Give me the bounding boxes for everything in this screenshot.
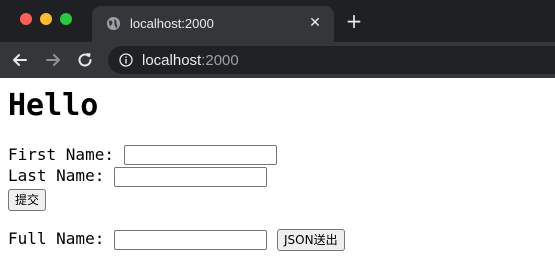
globe-icon bbox=[106, 16, 121, 31]
reload-icon[interactable] bbox=[75, 50, 95, 70]
browser-tab[interactable]: localhost:2000 ✕ bbox=[92, 6, 334, 42]
tab-title: localhost:2000 bbox=[130, 16, 214, 31]
browser-toolbar: localhost:2000 bbox=[0, 42, 555, 78]
minimize-window-button[interactable] bbox=[40, 13, 52, 25]
full-name-input[interactable] bbox=[114, 230, 267, 250]
url-port: :2000 bbox=[201, 52, 239, 69]
close-window-button[interactable] bbox=[20, 13, 32, 25]
page-heading: Hello bbox=[8, 88, 99, 123]
first-name-input[interactable] bbox=[124, 145, 277, 165]
info-icon[interactable] bbox=[119, 53, 133, 67]
last-name-label: Last Name: bbox=[8, 166, 114, 185]
page-content: Hello First Name: Last Name: 提交 Full Nam… bbox=[0, 78, 555, 269]
first-name-label: First Name: bbox=[8, 145, 124, 164]
last-name-input[interactable] bbox=[114, 167, 267, 187]
close-tab-icon[interactable]: ✕ bbox=[306, 14, 324, 32]
full-name-label: Full Name: bbox=[8, 229, 114, 248]
url-host: localhost bbox=[142, 52, 202, 69]
zoom-window-button[interactable] bbox=[60, 13, 72, 25]
new-tab-button[interactable]: + bbox=[344, 11, 364, 31]
submit-button[interactable]: 提交 bbox=[8, 189, 47, 211]
tab-strip: localhost:2000 ✕ + bbox=[0, 0, 555, 42]
url-text: localhost:2000 bbox=[142, 52, 239, 69]
forward-arrow-icon[interactable] bbox=[43, 50, 63, 70]
json-send-button[interactable]: JSON送出 bbox=[277, 229, 345, 251]
back-arrow-icon[interactable] bbox=[10, 50, 30, 70]
address-bar[interactable]: localhost:2000 bbox=[108, 46, 555, 74]
